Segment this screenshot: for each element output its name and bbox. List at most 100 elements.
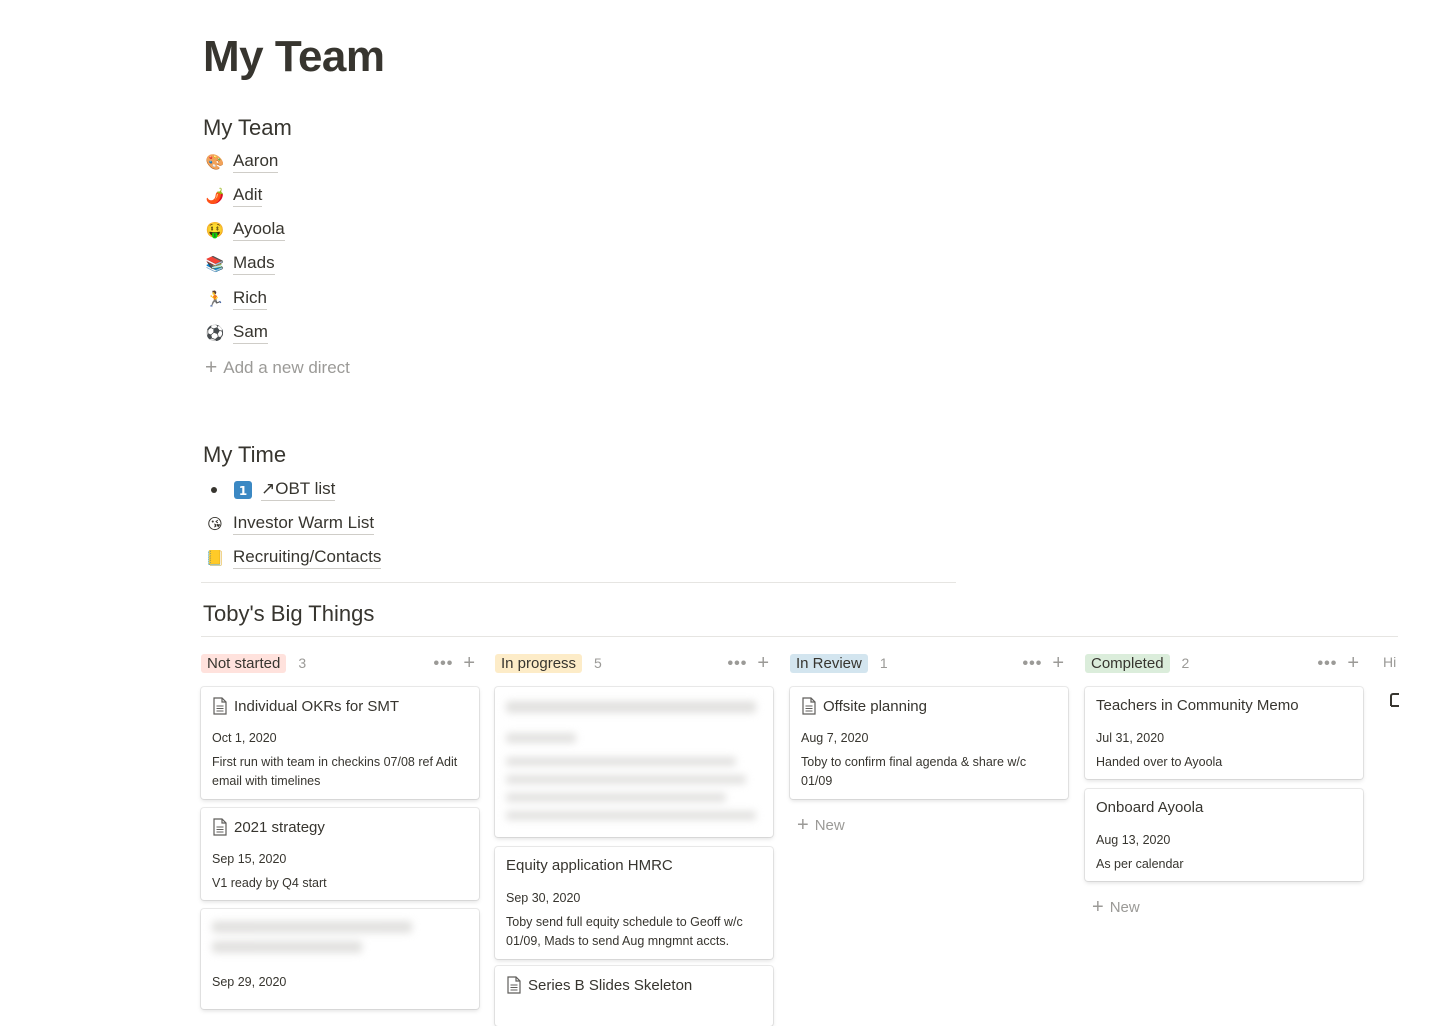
status-tag[interactable]: Completed <box>1085 653 1170 673</box>
page-icon <box>507 976 521 994</box>
board-column-not-started: Not started 3 ••• + Individual OKRs for … <box>201 650 481 1009</box>
card-date: Oct 1, 2020 <box>212 731 277 745</box>
column-actions: ••• + <box>728 652 770 675</box>
add-direct-button[interactable]: + Add a new direct <box>205 356 350 380</box>
card-date: Jul 31, 2020 <box>1096 731 1165 745</box>
status-tag[interactable]: Not started <box>201 653 287 673</box>
card-date: Aug 13, 2020 <box>1096 833 1171 847</box>
add-card-icon[interactable]: + <box>757 652 769 675</box>
column-actions: ••• + <box>1318 652 1360 675</box>
time-link-label: Recruiting/Contacts <box>233 547 382 569</box>
team-member-ayoola[interactable]: 🤑 Ayoola <box>205 216 285 244</box>
column-header: In Review 1 ••• + <box>790 650 1070 676</box>
add-card-icon[interactable]: + <box>1052 652 1064 675</box>
board-card[interactable]: Individual OKRs for SMT Oct 1, 2020 Firs… <box>201 687 479 799</box>
team-member-mads[interactable]: 📚 Mads <box>205 250 275 278</box>
time-link-investor-warm-list[interactable]: 😘 Investor Warm List <box>205 510 375 538</box>
bullet-icon <box>211 487 217 493</box>
time-link-obt-list[interactable]: 1 ↗OBT list <box>205 476 336 504</box>
card-title: Series B Slides Skeleton <box>506 976 692 994</box>
notebook-icon: 📒 <box>205 549 225 567</box>
team-member-adit[interactable]: 🌶️ Adit <box>205 182 263 210</box>
board-card[interactable] <box>495 687 773 837</box>
team-member-label: Mads <box>233 253 275 275</box>
column-count: 1 <box>879 655 888 671</box>
status-tag[interactable]: In progress <box>495 653 583 673</box>
card-date: Aug 7, 2020 <box>801 731 869 745</box>
board-heading: Toby's Big Things <box>203 601 375 626</box>
team-member-label: Aaron <box>233 151 279 173</box>
card-title: Offsite planning <box>801 697 927 715</box>
team-member-label: Sam <box>233 322 268 344</box>
hidden-groups-label[interactable]: Hi <box>1383 654 1396 670</box>
board-card[interactable]: Teachers in Community Memo Jul 31, 2020 … <box>1085 687 1363 779</box>
books-icon: 📚 <box>205 255 225 273</box>
divider <box>201 582 956 583</box>
card-note: First run with team in checkins 07/08 re… <box>212 755 458 788</box>
page-icon <box>213 818 227 836</box>
card-title: 2021 strategy <box>212 818 325 836</box>
board-card[interactable]: Onboard Ayoola Aug 13, 2020 As per calen… <box>1085 789 1363 881</box>
column-header: In progress 5 ••• + <box>495 650 775 676</box>
board-column-in-progress: In progress 5 ••• + Equity application H… <box>495 650 775 1026</box>
card-note: V1 ready by Q4 start <box>212 876 327 890</box>
team-member-aaron[interactable]: 🎨 Aaron <box>205 148 279 176</box>
card-note: Toby to confirm final agenda & share w/c… <box>801 755 1027 788</box>
runner-icon: 🏃 <box>205 290 225 308</box>
card-note: Handed over to Ayoola <box>1096 755 1223 769</box>
chili-pepper-icon: 🌶️ <box>205 187 225 205</box>
svg-text:1: 1 <box>239 484 247 498</box>
team-member-label: Ayoola <box>233 219 285 241</box>
soccer-ball-icon: ⚽ <box>205 324 225 342</box>
team-member-sam[interactable]: ⚽ Sam <box>205 319 268 347</box>
card-date: Sep 15, 2020 <box>212 852 287 866</box>
column-count: 3 <box>298 655 307 671</box>
team-section-heading: My Team <box>203 115 292 140</box>
team-member-label: Adit <box>233 185 263 207</box>
column-count: 2 <box>1181 655 1190 671</box>
board-card[interactable]: 2021 strategy Sep 15, 2020 V1 ready by Q… <box>201 808 479 900</box>
page-icon <box>802 697 816 715</box>
card-title: Onboard Ayoola <box>1096 799 1204 816</box>
board-card[interactable]: Equity application HMRC Sep 30, 2020 Tob… <box>495 847 773 959</box>
add-card-icon[interactable]: + <box>1347 652 1359 675</box>
kissing-face-icon: 😘 <box>207 515 223 533</box>
column-header: Completed 2 ••• + <box>1085 650 1365 676</box>
time-section-heading: My Time <box>203 442 287 467</box>
money-face-icon: 🤑 <box>205 221 225 239</box>
hidden-group-icon <box>1390 693 1399 707</box>
team-member-rich[interactable]: 🏃 Rich <box>205 285 268 313</box>
board-divider <box>201 636 1398 637</box>
new-card-label: New <box>1109 899 1140 916</box>
plus-icon: + <box>1092 896 1104 918</box>
time-link-recruiting-contacts[interactable]: 📒 Recruiting/Contacts <box>205 544 382 572</box>
team-member-label: Rich <box>233 288 268 310</box>
card-title: Teachers in Community Memo <box>1096 697 1299 714</box>
column-count: 5 <box>594 655 602 671</box>
new-card-button[interactable]: + New <box>1092 896 1140 919</box>
board-card[interactable]: Sep 29, 2020 <box>201 909 479 1009</box>
board-column-completed: Completed 2 ••• + Teachers in Community … <box>1085 650 1365 1002</box>
page-title: My Team <box>203 32 385 81</box>
board-column-in-review: In Review 1 ••• + Offsite planning Aug 7… <box>790 650 1070 1002</box>
plus-icon: + <box>205 356 218 379</box>
more-options-icon[interactable]: ••• <box>728 655 748 673</box>
card-note: Toby send full equity schedule to Geoff … <box>506 915 743 948</box>
new-card-button[interactable]: + New <box>797 814 845 837</box>
more-options-icon[interactable]: ••• <box>434 655 454 673</box>
more-options-icon[interactable]: ••• <box>1023 655 1043 673</box>
add-direct-label: Add a new direct <box>223 358 350 377</box>
card-title: Individual OKRs for SMT <box>212 697 399 715</box>
card-title: Equity application HMRC <box>506 857 673 874</box>
status-tag[interactable]: In Review <box>790 653 868 673</box>
keycap-one-icon: 1 <box>233 480 253 500</box>
more-options-icon[interactable]: ••• <box>1318 655 1338 673</box>
column-header: Not started 3 ••• + <box>201 650 481 676</box>
add-card-icon[interactable]: + <box>463 652 475 675</box>
card-date: Sep 29, 2020 <box>212 975 287 989</box>
new-card-label: New <box>814 817 845 834</box>
plus-icon: + <box>797 814 809 836</box>
board-card[interactable]: Series B Slides Skeleton <box>495 966 773 1026</box>
page-icon <box>213 697 227 715</box>
board-card[interactable]: Offsite planning Aug 7, 2020 Toby to con… <box>790 687 1068 799</box>
